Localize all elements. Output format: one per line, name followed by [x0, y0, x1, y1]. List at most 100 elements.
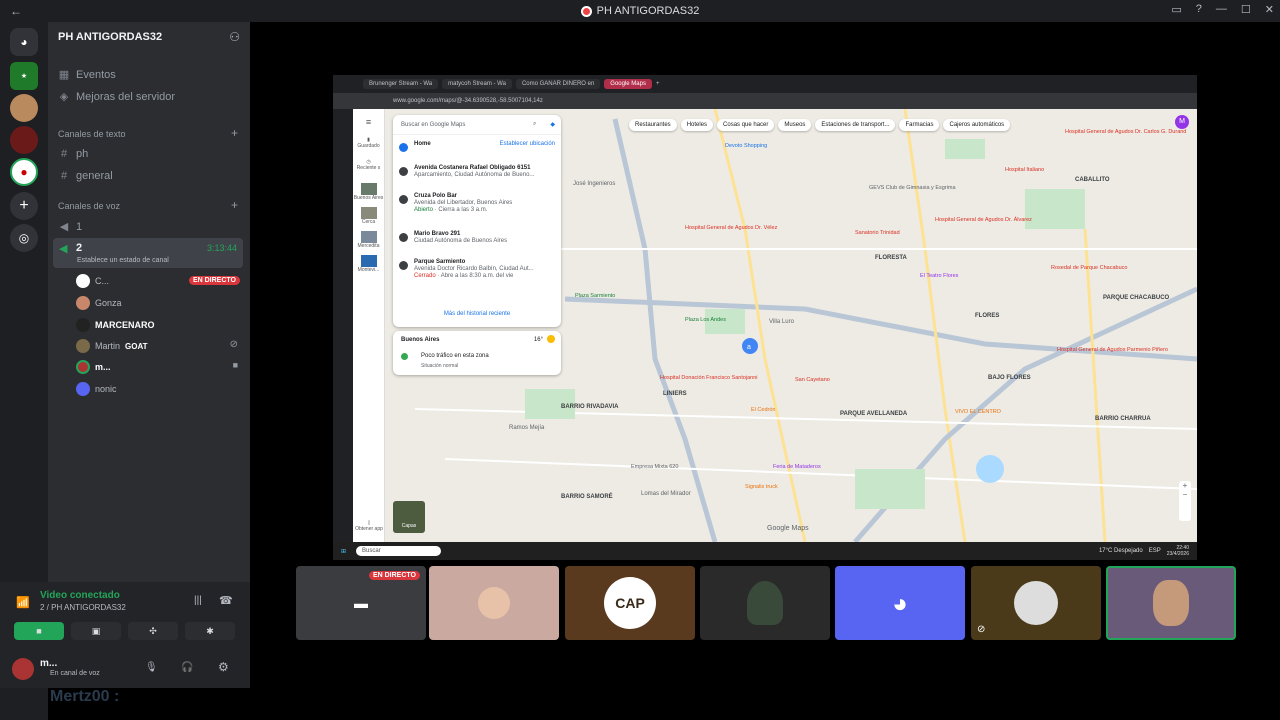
maps-search-input[interactable]: Buscar en Google Maps ⌕ ◆	[393, 115, 561, 135]
map-poi[interactable]: Hospital General de Agudos Parmenio Piñe…	[1057, 347, 1168, 353]
home-item[interactable]: Home Establecer ubicación	[399, 141, 555, 152]
browser-tab[interactable]: Brunenger Stream - Wa	[363, 79, 439, 89]
map-poi[interactable]: VIVO EL CENTRO	[955, 409, 1001, 415]
tile-marcenaro[interactable]: CAP	[565, 566, 695, 640]
add-channel-icon[interactable]: +	[231, 126, 238, 140]
voice-user[interactable]: Martin GOAT	[76, 339, 148, 353]
map-poi[interactable]: Signalis truck	[745, 484, 778, 490]
server-icon-1[interactable]: ★	[10, 62, 38, 90]
new-tab-icon[interactable]: +	[656, 81, 660, 87]
back-arrow-icon[interactable]: ←	[10, 4, 22, 18]
start-icon[interactable]: ⊞	[341, 548, 346, 555]
map-poi[interactable]: El Teatro Flores	[920, 273, 958, 279]
map-poi[interactable]: GEVS Club de Gimnasia y Esgrima	[869, 185, 956, 191]
recent-place[interactable]: Mercedita	[353, 231, 384, 249]
soundboard-button[interactable]: ✱	[185, 622, 235, 640]
browser-tab[interactable]: Como GANAR DINERO en	[515, 79, 601, 89]
tile-martin[interactable]	[700, 566, 830, 640]
inbox-icon[interactable]: ▭	[1171, 3, 1181, 16]
screen-share-stream[interactable]: Brunenger Stream - Wa matycoh Stream - W…	[333, 75, 1197, 560]
server-icon-3[interactable]	[10, 126, 38, 154]
voice-channel-1[interactable]: ◀ 1	[58, 220, 82, 234]
noise-suppression-icon[interactable]: |||	[194, 595, 202, 606]
add-voice-channel-icon[interactable]: +	[231, 198, 238, 212]
user-name[interactable]: m...	[40, 658, 57, 669]
address-bar[interactable]: www.google.com/maps/@-34.6390528,-58.500…	[333, 93, 1197, 109]
recent-place[interactable]: Buenos Aires	[353, 183, 384, 201]
server-icon-2[interactable]	[10, 94, 38, 122]
search-icon[interactable]: ⌕	[533, 121, 536, 128]
set-location-link[interactable]: Establecer ubicación	[500, 141, 555, 152]
map-poi[interactable]: El Cedrón	[751, 407, 775, 413]
chip-restaurants[interactable]: Restaurantes	[629, 119, 677, 131]
more-history-link[interactable]: Más del historial reciente	[393, 311, 561, 317]
taskbar-search[interactable]: Buscar	[356, 546, 441, 556]
map-poi[interactable]: Plaza Los Andes	[685, 317, 726, 323]
channel-ph[interactable]: # ph	[58, 148, 88, 160]
voice-status[interactable]: Video conectado	[40, 590, 120, 601]
tile-nonic[interactable]: ⊘	[971, 566, 1101, 640]
taskbar-clock[interactable]: 22:40 23/4/2026	[1167, 545, 1189, 557]
map-poi[interactable]: Hospital Italiano	[1005, 167, 1044, 173]
voice-channel-path[interactable]: 2 / PH ANTIGORDAS32	[40, 603, 126, 612]
server-name[interactable]: PH ANTIGORDAS32	[58, 31, 162, 43]
history-item[interactable]: Parque Sarmiento Avenida Doctor Ricardo B…	[399, 259, 534, 279]
recent-place[interactable]: Montevi...	[353, 255, 384, 273]
map-poi[interactable]: Plaza Sarmiento	[575, 293, 615, 299]
boost-item[interactable]: ◈ Mejoras del servidor	[58, 90, 175, 104]
avatar[interactable]	[12, 658, 34, 680]
text-category[interactable]: Canales de texto	[58, 129, 126, 139]
map-poi[interactable]: Empresa Mixta 620	[631, 464, 678, 470]
menu-icon[interactable]: ≡	[353, 117, 384, 127]
voice-category[interactable]: Canales de voz	[58, 201, 120, 211]
channel-general[interactable]: # general	[58, 170, 113, 182]
map-poi[interactable]: Hospital General de Agudos Dr. Vélez	[685, 225, 777, 231]
voice-user[interactable]: C...	[76, 274, 109, 288]
browser-tab[interactable]: matycoh Stream - Wa	[442, 79, 512, 89]
map-poi[interactable]: San Cayetano	[795, 377, 830, 383]
minimize-button[interactable]: —	[1216, 3, 1227, 16]
voice-user[interactable]: MARCENARO	[76, 318, 155, 332]
traffic-text[interactable]: Poco tráfico en esta zona	[421, 353, 489, 359]
zoom-out-button[interactable]: −	[1179, 490, 1191, 499]
history-item[interactable]: Mario Bravo 291 Ciudad Autónoma de Buenos…	[399, 231, 507, 244]
voice-user[interactable]: m...	[76, 360, 111, 374]
channel-status[interactable]: Establece un estado de canal	[77, 257, 169, 264]
map-poi[interactable]: Hospital General de Agudos Dr. Carlos G.…	[1065, 129, 1186, 135]
close-button[interactable]: ✕	[1265, 3, 1274, 16]
browser-tab-active[interactable]: Google Maps	[604, 79, 652, 89]
recent-place[interactable]: Cerca	[353, 207, 384, 225]
invite-icon[interactable]: ⚇	[229, 30, 240, 44]
chip-hotels[interactable]: Hoteles	[680, 119, 714, 131]
tile-self-camera[interactable]	[1106, 566, 1236, 640]
activities-button[interactable]: ✣	[128, 622, 178, 640]
chip-pharmacies[interactable]: Farmacias	[899, 119, 940, 131]
tile-discord-user[interactable]: ◕	[835, 566, 965, 640]
account-avatar[interactable]: M	[1175, 115, 1189, 129]
voice-channel-2[interactable]: ◀ 2 3:13:44 Establece un estado de canal	[53, 238, 243, 268]
help-icon[interactable]: ?	[1196, 3, 1202, 16]
screen-share-button[interactable]: ▣	[71, 622, 121, 640]
voice-user[interactable]: Gonza	[76, 296, 122, 310]
directions-icon[interactable]: ◆	[550, 121, 555, 128]
tile-screen-share[interactable]: EN DIRECTO ▬	[296, 566, 426, 640]
server-icon-active[interactable]: ●	[10, 158, 38, 186]
maximize-button[interactable]: ☐	[1241, 3, 1251, 16]
map-poi[interactable]: Devoto Shopping	[725, 143, 767, 149]
map-poi[interactable]: Feria de Mataderos	[773, 464, 821, 470]
saved-button[interactable]: ▮ Guardado	[353, 137, 384, 149]
layers-button[interactable]: Capas	[393, 501, 425, 533]
microphone-icon[interactable]: 🎙	[145, 662, 158, 673]
voice-user[interactable]: nonic	[76, 382, 117, 396]
add-server-icon[interactable]: +	[10, 192, 38, 220]
chip-things-to-do[interactable]: Cosas que hacer	[717, 119, 775, 131]
events-item[interactable]: ▦ Eventos	[58, 68, 116, 82]
map-poi[interactable]: Rosedal de Parque Chacabuco	[1051, 265, 1127, 271]
disconnect-icon[interactable]: ☎	[219, 594, 233, 607]
map-poi[interactable]: Hospital Donación Francisco Santojanni	[660, 375, 758, 381]
get-app-button[interactable]: ▯ Obtener app	[353, 520, 385, 532]
map-poi[interactable]: Sanatorio Trinidad	[855, 230, 900, 236]
explore-icon[interactable]: ◎	[10, 224, 38, 252]
taskbar-language[interactable]: ESP	[1149, 548, 1161, 554]
discord-home-icon[interactable]: ◕	[10, 28, 38, 56]
